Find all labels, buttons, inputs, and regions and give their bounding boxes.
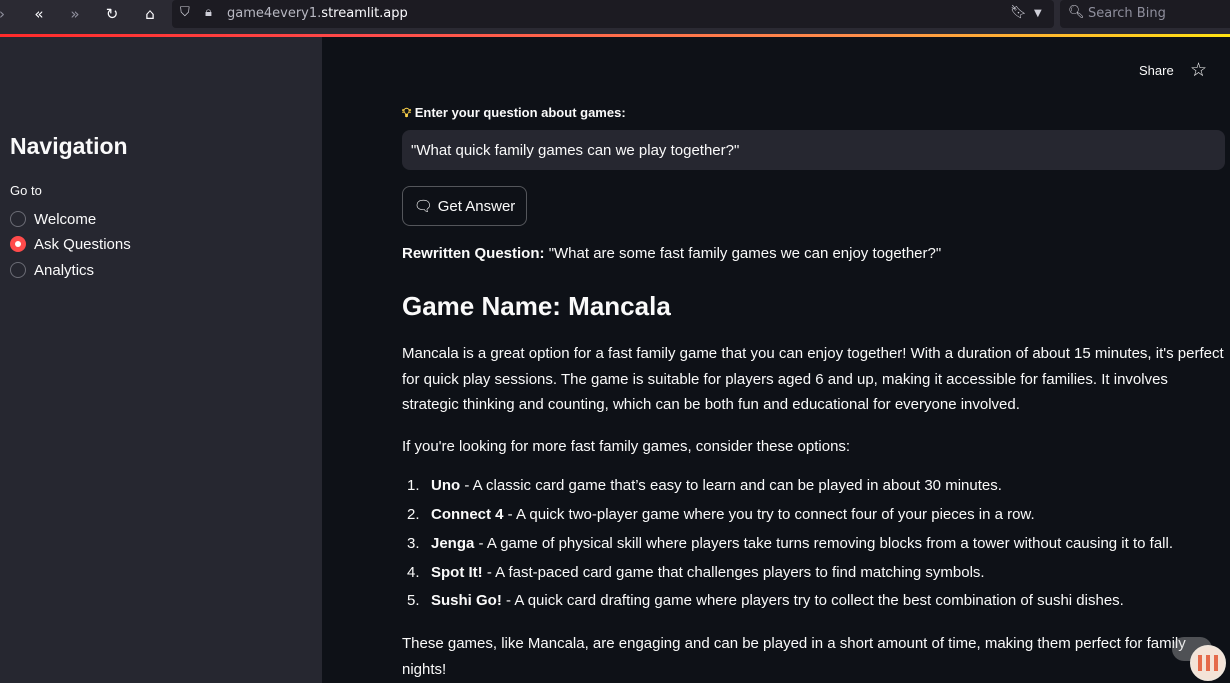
game-name: Connect 4: [431, 506, 504, 523]
streamlit-avatar[interactable]: [1190, 645, 1226, 681]
reload-icon[interactable]: ↻: [98, 0, 126, 28]
mancala-description: Mancala is a great option for a fast fam…: [402, 345, 1224, 413]
closing-paragraph: These games, like Mancala, are engaging …: [402, 635, 1186, 678]
search-box[interactable]: 🔍︎ Search Bing: [1060, 0, 1230, 28]
rewritten-label: Rewritten Question:: [402, 245, 545, 262]
goto-label: Go to: [10, 183, 42, 198]
url-bar[interactable]: ⛉ 🔒︎ game4every1.streamlit.app 🔖︎ ▼: [172, 0, 1054, 28]
nav-option-welcome[interactable]: Welcome: [10, 208, 96, 230]
game-desc: - A fast-paced card game that challenges…: [482, 564, 985, 581]
search-icon: 🔍︎: [1068, 5, 1085, 20]
forward-edge-icon: ›: [0, 0, 16, 28]
game-name: Spot It!: [431, 564, 483, 581]
url-domain: streamlit.app: [321, 6, 408, 21]
game-desc: - A classic card game that’s easy to lea…: [460, 477, 1002, 494]
nav-option-label: Welcome: [34, 210, 97, 228]
get-answer-label: Get Answer: [437, 197, 516, 215]
list-number: 5.: [407, 592, 420, 609]
star-icon[interactable]: ☆: [1190, 59, 1207, 81]
game-name: Uno: [431, 477, 461, 494]
lock-icon: 🔒︎: [205, 5, 212, 20]
nav-option-ask-questions[interactable]: Ask Questions: [10, 233, 131, 255]
more-games-intro: If you're looking for more fast family g…: [402, 438, 851, 455]
rewritten-question: Rewritten Question: "What are some fast …: [402, 245, 941, 262]
game-desc: - A quick card drafting game where playe…: [501, 592, 1124, 609]
speech-bubble-icon: 🗨: [413, 197, 433, 215]
home-icon[interactable]: ⌂: [136, 0, 164, 28]
main-content: Share ☆ 💡︎ Enter your question about gam…: [322, 37, 1230, 683]
share-button[interactable]: Share: [1139, 63, 1174, 78]
list-number: 4.: [407, 564, 420, 581]
question-label-text: Enter your question about games:: [414, 105, 626, 120]
chevron-down-icon[interactable]: ▼: [1034, 8, 1042, 19]
rewritten-value: "What are some fast family games we can …: [548, 245, 942, 262]
search-input[interactable]: Search Bing: [1088, 6, 1166, 21]
sidebar-title: Navigation: [10, 133, 128, 159]
lightbulb-icon: 💡︎: [402, 106, 412, 121]
question-label: 💡︎ Enter your question about games:: [402, 105, 626, 121]
list-number: 1.: [407, 477, 420, 494]
game-heading: Game Name: Mancala: [402, 291, 671, 321]
radio-analytics[interactable]: [10, 262, 26, 278]
back-double-icon[interactable]: «: [25, 0, 53, 28]
nav-option-label: Analytics: [34, 261, 95, 279]
list-number: 3.: [407, 535, 420, 552]
nav-option-analytics[interactable]: Analytics: [10, 259, 94, 281]
game-name: Jenga: [431, 535, 475, 552]
game-desc: - A quick two-player game where you try …: [503, 506, 1035, 523]
game-name: Sushi Go!: [431, 592, 502, 609]
url-text[interactable]: game4every1.streamlit.app: [227, 6, 408, 21]
forward-double-icon[interactable]: »: [61, 0, 89, 28]
nav-option-label: Ask Questions: [34, 235, 131, 253]
list-number: 2.: [407, 506, 420, 523]
shield-icon[interactable]: ⛉: [180, 5, 190, 20]
radio-welcome[interactable]: [10, 211, 26, 227]
bookmark-icon[interactable]: 🔖︎: [1010, 5, 1027, 20]
browser-toolbar: › « » ↻ ⌂ ⛉ 🔒︎ game4every1.streamlit.app…: [0, 0, 1230, 34]
question-input[interactable]: [402, 130, 1225, 170]
url-host: game4every1.: [227, 6, 322, 21]
radio-ask-questions[interactable]: [10, 236, 26, 252]
game-desc: - A game of physical skill where players…: [474, 535, 1173, 552]
sidebar: Navigation Go to Welcome Ask Questions A…: [0, 37, 322, 683]
get-answer-button[interactable]: 🗨 Get Answer: [402, 186, 527, 226]
